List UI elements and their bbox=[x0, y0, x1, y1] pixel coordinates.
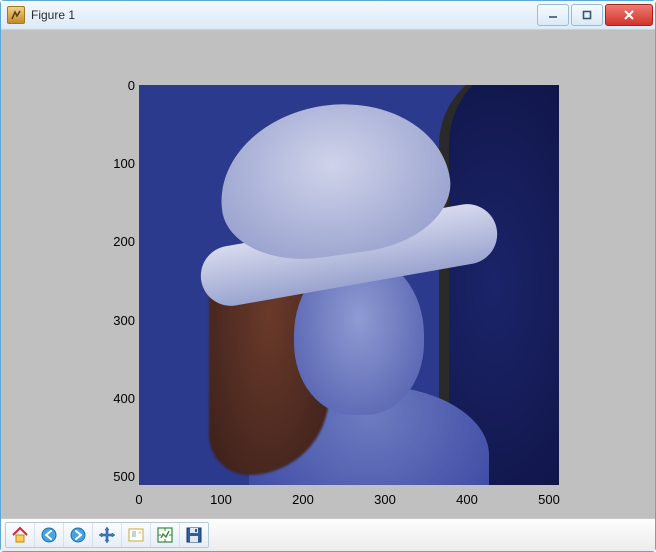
window-controls bbox=[535, 4, 653, 26]
x-tick-label: 400 bbox=[447, 492, 487, 507]
subplots-button[interactable] bbox=[150, 523, 179, 547]
configure-subplots-icon bbox=[156, 526, 174, 544]
y-tick-label: 500 bbox=[95, 469, 135, 484]
y-tick-label: 200 bbox=[95, 234, 135, 249]
plot-canvas[interactable]: 0 100 200 300 400 500 0 100 200 300 400 … bbox=[1, 30, 655, 518]
toolbar-group bbox=[5, 522, 209, 548]
move-icon bbox=[98, 526, 116, 544]
x-tick-label: 0 bbox=[119, 492, 159, 507]
x-tick-label: 300 bbox=[365, 492, 405, 507]
y-tick-label: 400 bbox=[95, 391, 135, 406]
x-tick-label: 500 bbox=[529, 492, 569, 507]
save-button[interactable] bbox=[179, 523, 208, 547]
arrow-right-icon bbox=[69, 526, 87, 544]
y-tick-label: 100 bbox=[95, 156, 135, 171]
maximize-icon bbox=[582, 10, 592, 20]
zoom-rect-icon bbox=[127, 526, 145, 544]
home-button[interactable] bbox=[6, 523, 34, 547]
minimize-icon bbox=[548, 10, 558, 20]
minimize-button[interactable] bbox=[537, 4, 569, 26]
app-icon bbox=[7, 6, 25, 24]
image-axes bbox=[139, 85, 559, 485]
figure-window: Figure 1 0 100 200 300 400 500 bbox=[0, 0, 656, 552]
x-tick-label: 200 bbox=[283, 492, 323, 507]
window-title: Figure 1 bbox=[31, 8, 535, 22]
titlebar[interactable]: Figure 1 bbox=[1, 1, 655, 30]
maximize-button[interactable] bbox=[571, 4, 603, 26]
save-icon bbox=[185, 526, 203, 544]
home-icon bbox=[11, 526, 29, 544]
forward-button[interactable] bbox=[63, 523, 92, 547]
y-tick-label: 300 bbox=[95, 313, 135, 328]
close-button[interactable] bbox=[605, 4, 653, 26]
arrow-left-icon bbox=[40, 526, 58, 544]
zoom-button[interactable] bbox=[121, 523, 150, 547]
pan-button[interactable] bbox=[92, 523, 121, 547]
back-button[interactable] bbox=[34, 523, 63, 547]
close-icon bbox=[623, 10, 635, 20]
navigation-toolbar bbox=[1, 518, 655, 551]
x-tick-label: 100 bbox=[201, 492, 241, 507]
y-tick-label: 0 bbox=[95, 78, 135, 93]
